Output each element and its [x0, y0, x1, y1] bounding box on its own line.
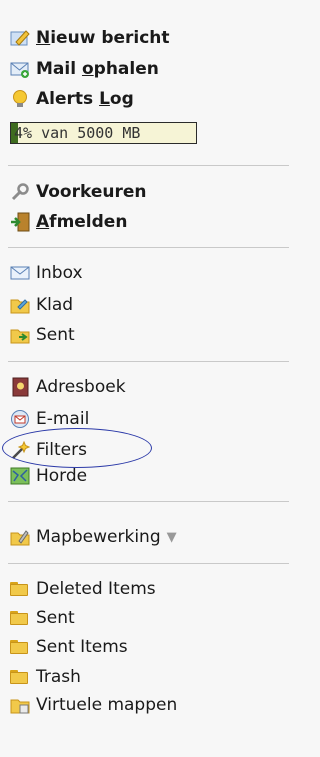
- wrench-icon: [10, 182, 30, 202]
- sent-folder-icon: [10, 325, 30, 345]
- folder-item[interactable]: Sent Items: [10, 634, 128, 660]
- chevron-down-icon[interactable]: ▼: [167, 530, 177, 545]
- folder-item[interactable]: Virtuele mappen: [10, 692, 177, 718]
- mailbox-drafts[interactable]: Klad: [10, 292, 73, 318]
- divider: [8, 563, 289, 564]
- folder-manager-label: Mapbewerking: [36, 527, 161, 547]
- folder-item[interactable]: Deleted Items: [10, 576, 156, 602]
- folder-icon: [10, 637, 30, 657]
- alerts-log-link[interactable]: Alerts Log: [10, 86, 134, 112]
- magic-wand-icon: [10, 440, 31, 460]
- folder-icon: [10, 667, 30, 687]
- quota-bar: 4% van 5000 MB: [10, 122, 197, 144]
- divider: [8, 501, 289, 502]
- virtual-folder-icon: [10, 695, 30, 715]
- logout-link[interactable]: Afmelden: [10, 209, 127, 235]
- logout-door-icon: [10, 212, 30, 232]
- new-message-label: Nieuw bericht: [36, 28, 170, 48]
- lightbulb-icon: [10, 89, 30, 109]
- mailbox-label: Inbox: [36, 263, 83, 283]
- horde-label: Horde: [36, 466, 88, 486]
- drafts-folder-icon: [10, 295, 30, 315]
- folder-label: Virtuele mappen: [36, 695, 178, 715]
- email-app-link[interactable]: E-mail: [10, 406, 89, 432]
- quota-text: 4% van 5000 MB: [14, 124, 141, 142]
- addressbook-link[interactable]: Adresboek: [10, 374, 126, 400]
- mail-sidebar: Nieuw bericht Mail ophalen Alerts Log 4%…: [0, 0, 289, 757]
- folder-label: Trash: [36, 667, 81, 687]
- horde-map-icon: [10, 466, 30, 486]
- folder-edit-icon: [10, 527, 30, 547]
- compose-icon: [10, 28, 30, 48]
- addressbook-label: Adresboek: [36, 377, 126, 397]
- envelope-icon: [10, 263, 30, 283]
- divider: [8, 247, 289, 248]
- mailbox-label: Sent: [36, 325, 75, 345]
- preferences-link[interactable]: Voorkeuren: [10, 179, 146, 205]
- email-app-label: E-mail: [36, 409, 90, 429]
- divider: [8, 361, 289, 362]
- folder-label: Sent: [36, 608, 75, 628]
- folder-icon: [10, 608, 30, 628]
- new-message-link[interactable]: Nieuw bericht: [10, 25, 170, 51]
- folder-item[interactable]: Trash: [10, 664, 81, 690]
- mailbox-label: Klad: [36, 295, 74, 315]
- fetch-mail-icon: [10, 59, 30, 79]
- filters-label: Filters: [36, 440, 87, 460]
- email-app-icon: [10, 409, 30, 429]
- filters-link[interactable]: Filters: [10, 437, 87, 463]
- horde-link[interactable]: Horde: [10, 463, 87, 489]
- folder-label: Deleted Items: [36, 579, 156, 599]
- addressbook-icon: [10, 377, 30, 397]
- fetch-mail-label: Mail ophalen: [36, 59, 159, 79]
- preferences-label: Voorkeuren: [36, 182, 147, 202]
- folder-item[interactable]: Sent: [10, 605, 75, 631]
- folder-icon: [10, 579, 30, 599]
- fetch-mail-link[interactable]: Mail ophalen: [10, 56, 159, 82]
- logout-label: Afmelden: [36, 212, 128, 232]
- divider: [8, 165, 289, 166]
- mailbox-inbox[interactable]: Inbox: [10, 260, 83, 286]
- folder-label: Sent Items: [36, 637, 128, 657]
- mailbox-sent[interactable]: Sent: [10, 322, 75, 348]
- alerts-log-label: Alerts Log: [36, 89, 134, 109]
- folder-manager-link[interactable]: Mapbewerking ▼: [10, 524, 177, 550]
